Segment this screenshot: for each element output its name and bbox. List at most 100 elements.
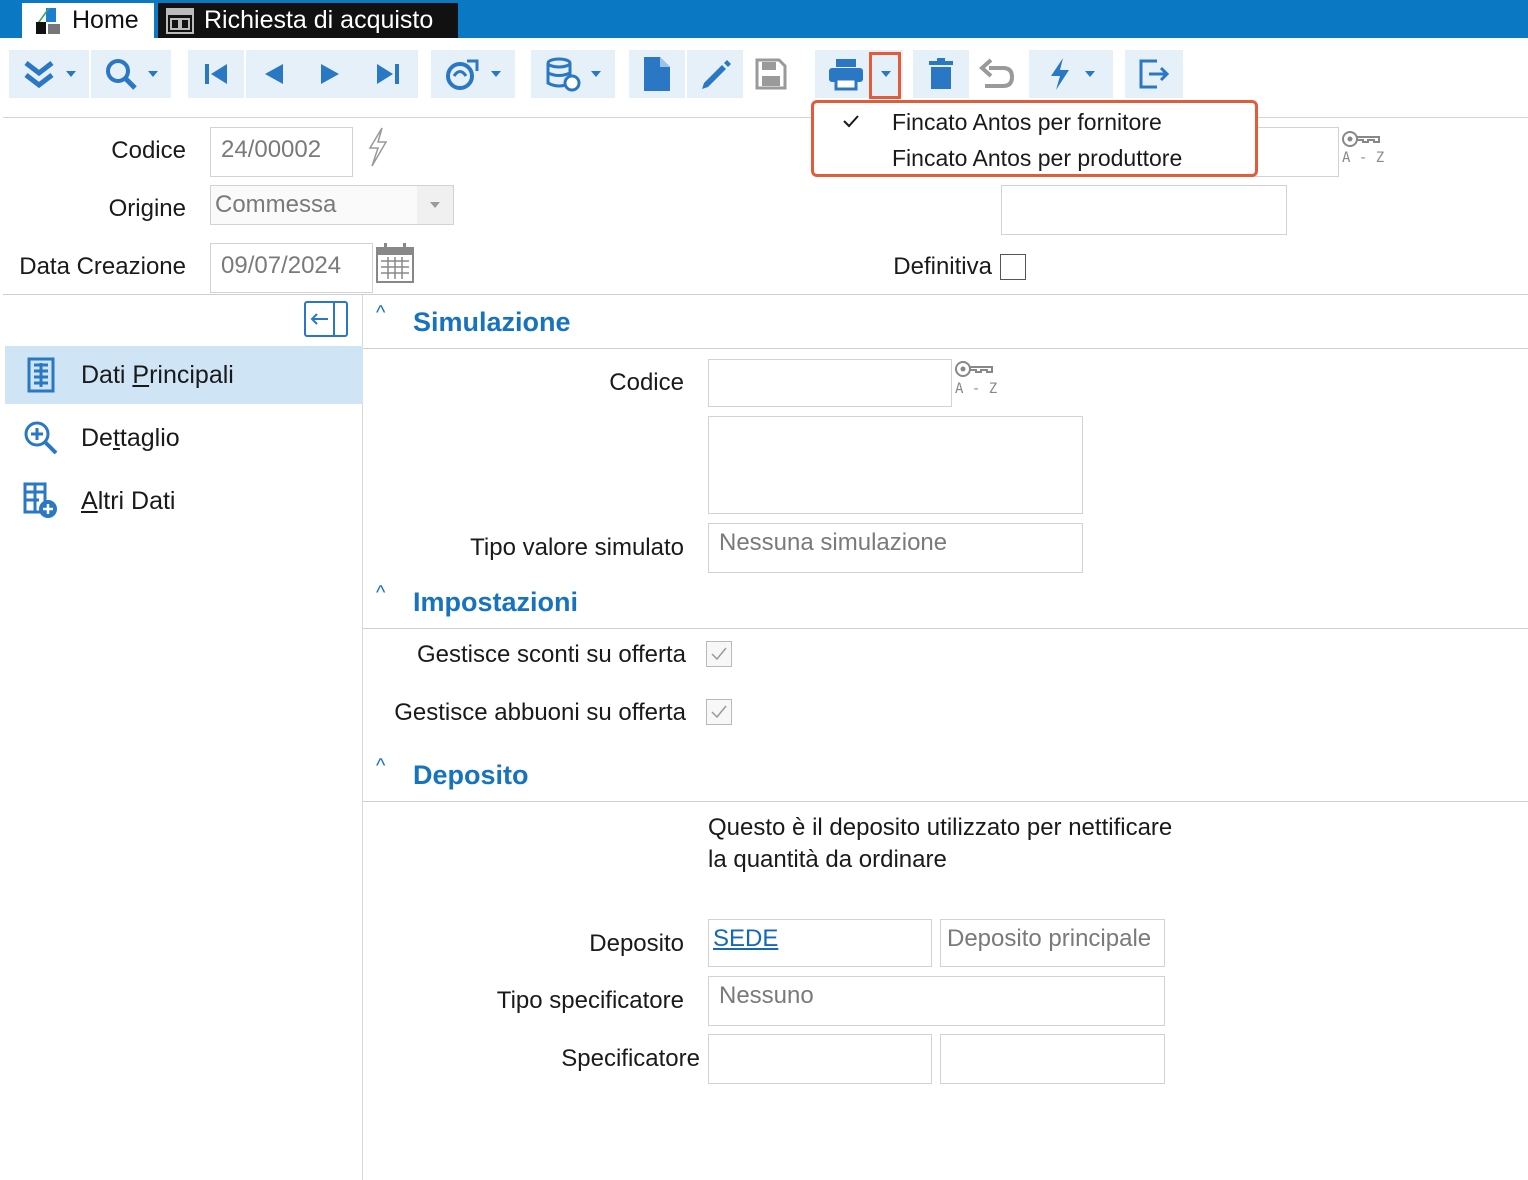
links-button[interactable] (431, 50, 515, 98)
tipo-valore-simulato-field[interactable]: Nessuna simulazione (708, 523, 1083, 573)
printer-icon (829, 59, 863, 91)
lightning-icon (1051, 58, 1069, 90)
nav-item-dati-principali[interactable]: Dati Principali (5, 346, 363, 404)
skip-last-icon (377, 64, 399, 84)
sim-codice-field[interactable] (708, 359, 952, 407)
nav-item-label: Dati Principali (81, 360, 234, 389)
checkmark-icon (843, 115, 859, 128)
print-dropdown-menu: Fincato Antos per fornitore Fincato Anto… (811, 100, 1258, 177)
deposito-description-field[interactable]: Deposito principale (940, 919, 1165, 967)
deposito-code-link[interactable]: SEDE (713, 925, 778, 952)
delete-button[interactable] (913, 50, 969, 98)
chevron-down-icon (66, 71, 76, 77)
print-menu-item-fornitore[interactable]: Fincato Antos per fornitore (892, 109, 1162, 136)
nav-item-label: Dettaglio (81, 423, 180, 452)
simulazione-collapse-icon[interactable]: ^ (376, 302, 385, 325)
az-label: A - Z (955, 381, 998, 397)
undo-icon (979, 58, 1015, 88)
gestisce-abbuoni-label: Gestisce abbuoni su offerta (394, 699, 686, 726)
gestisce-abbuoni-checkbox[interactable] (706, 699, 732, 725)
left-navigation: Dati Principali Dettaglio Altri Dati (3, 295, 363, 1180)
simulazione-title: Simulazione (413, 307, 571, 337)
print-menu-item-produttore[interactable]: Fincato Antos per produttore (892, 145, 1182, 172)
tab-active-label: Richiesta di acquisto (204, 6, 434, 34)
tipo-valore-simulato-label: Tipo valore simulato (470, 534, 684, 561)
previous-record-button[interactable] (246, 50, 302, 98)
az-label: A - Z (1342, 150, 1385, 166)
tab-home-label: Home (72, 6, 139, 34)
collapse-panel-icon (310, 303, 335, 335)
origine-label: Origine (108, 195, 186, 222)
print-dropdown-highlight (869, 52, 901, 99)
search-icon (106, 59, 137, 90)
gestisce-sconti-label: Gestisce sconti su offerta (416, 641, 686, 668)
actions-button[interactable] (1029, 50, 1113, 98)
arrow-left-icon (265, 64, 283, 84)
specificatore-description-field[interactable] (940, 1034, 1165, 1084)
app-logo-icon (36, 7, 62, 34)
zoom-in-icon (21, 418, 61, 458)
first-record-button[interactable] (188, 50, 244, 98)
right-description-field[interactable] (1001, 185, 1287, 235)
deposito-description-line1: Questo è il deposito utilizzato per nett… (708, 814, 1173, 841)
collapse-panel-button[interactable] (304, 301, 348, 337)
search-button[interactable] (91, 50, 171, 98)
tab-home[interactable]: Home (22, 3, 154, 38)
impostazioni-title: Impostazioni (413, 587, 579, 617)
specificatore-label: Specificatore (561, 1045, 700, 1072)
simulazione-divider (363, 348, 1528, 349)
save-button[interactable] (743, 50, 799, 98)
double-chevron-down-icon (24, 61, 54, 89)
origine-dropdown-arrow[interactable] (417, 186, 453, 224)
impostazioni-collapse-icon[interactable]: ^ (376, 582, 385, 605)
tab-richiesta-acquisto[interactable]: Richiesta di acquisto (158, 3, 458, 38)
chevron-down-icon (591, 71, 601, 77)
link-globe-icon (446, 59, 479, 90)
new-document-icon (644, 57, 670, 91)
definitiva-checkbox[interactable] (1000, 254, 1026, 280)
generate-code-lightning-icon[interactable] (364, 126, 390, 168)
checkmark-icon (711, 647, 727, 661)
impostazioni-divider (363, 628, 1528, 629)
pencil-icon (702, 60, 731, 89)
last-record-button[interactable] (358, 50, 418, 98)
deposito-code-field[interactable]: SEDE (708, 919, 932, 967)
chevron-down-icon (148, 71, 158, 77)
codice-label: Codice (111, 137, 186, 164)
nav-item-altri-dati[interactable]: Altri Dati (5, 472, 363, 530)
calendar-icon[interactable] (375, 242, 415, 284)
chevron-down-icon (491, 71, 501, 77)
tipo-specificatore-label: Tipo specificatore (496, 987, 684, 1014)
database-button[interactable] (531, 50, 615, 98)
expand-menu-button[interactable] (9, 50, 89, 98)
deposito-divider (363, 801, 1528, 802)
new-document-button[interactable] (629, 50, 685, 98)
save-icon (755, 58, 787, 90)
exit-icon (1139, 59, 1170, 89)
database-icon (546, 57, 581, 92)
deposito-label: Deposito (589, 930, 684, 957)
key-az-icon[interactable] (954, 358, 996, 380)
nav-item-dettaglio[interactable]: Dettaglio (5, 409, 363, 467)
nav-item-label: Altri Dati (81, 486, 176, 515)
skip-first-icon (205, 64, 227, 84)
tipo-specificatore-field[interactable]: Nessuno (708, 976, 1165, 1026)
chevron-down-icon (430, 202, 440, 208)
data-creazione-field[interactable]: 09/07/2024 (210, 243, 373, 293)
sim-description-field[interactable] (708, 416, 1083, 514)
deposito-title: Deposito (413, 760, 529, 790)
specificatore-code-field[interactable] (708, 1034, 932, 1084)
gestisce-sconti-checkbox[interactable] (706, 641, 732, 667)
checkmark-icon (711, 705, 727, 719)
next-record-button[interactable] (302, 50, 358, 98)
undo-button[interactable] (969, 50, 1025, 98)
definitiva-label: Definitiva (893, 253, 992, 280)
chevron-down-icon (1085, 71, 1095, 77)
exit-button[interactable] (1125, 50, 1183, 98)
arrow-right-icon (321, 64, 339, 84)
deposito-collapse-icon[interactable]: ^ (376, 755, 385, 778)
building-icon (21, 355, 61, 395)
codice-field[interactable]: 24/00002 (210, 127, 353, 177)
edit-button[interactable] (687, 50, 743, 98)
origine-select[interactable]: Commessa (210, 185, 454, 225)
